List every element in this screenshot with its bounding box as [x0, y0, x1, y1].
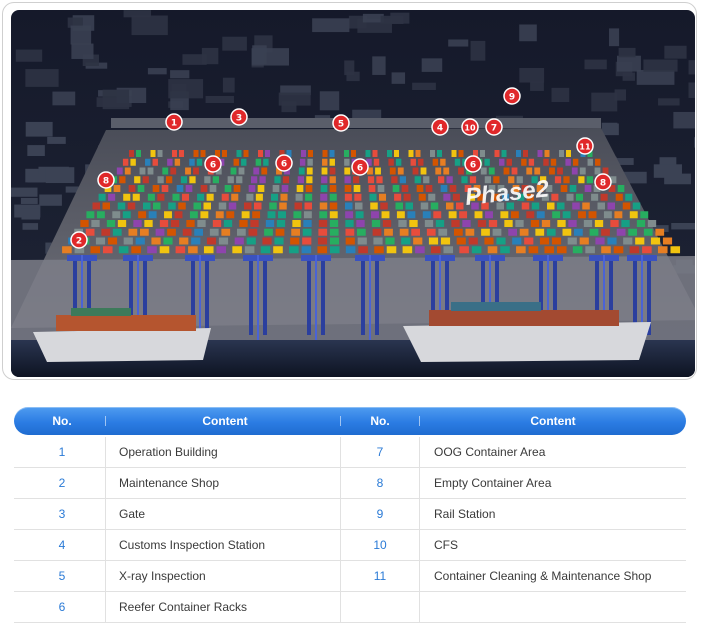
- item-number: 3: [58, 507, 66, 521]
- marker-number: 7: [491, 124, 497, 134]
- marker-number: 6: [281, 160, 287, 170]
- map-marker: 9: [503, 87, 521, 105]
- table-row: 5 X-ray Inspection 11 Container Cleaning & …: [14, 561, 686, 592]
- marker-number: 6: [470, 161, 476, 171]
- table-row: 4 Customs Inspection Station 10 CFS: [14, 530, 686, 561]
- column-divider: [105, 561, 106, 591]
- header-divider: [105, 416, 106, 426]
- item-number: 1: [58, 445, 66, 459]
- table-row: 1 Operation Building 7 OOG Container Area: [14, 437, 686, 468]
- marker-number: 5: [338, 120, 344, 130]
- map-marker: 6: [464, 155, 482, 173]
- map-marker: 6: [351, 158, 369, 176]
- marker-number: 1: [171, 119, 177, 129]
- column-divider: [419, 499, 420, 529]
- item-number: 2: [58, 476, 66, 490]
- item-number: 10: [373, 538, 387, 552]
- item-content: Rail Station: [434, 507, 496, 521]
- ship-right: [403, 302, 651, 362]
- header-no-left: No.: [52, 414, 72, 428]
- item-number: 7: [376, 445, 384, 459]
- item-content: OOG Container Area: [434, 445, 546, 459]
- map-marker: 10: [461, 118, 479, 136]
- item-number: 8: [376, 476, 384, 490]
- terminal-aerial-image: Phase2 1 2 3 4 5 6 6 6 6 7 8 8 9 10 11: [11, 10, 695, 377]
- column-divider: [419, 437, 420, 467]
- item-content: X-ray Inspection: [119, 569, 206, 583]
- marker-number: 11: [579, 143, 591, 152]
- marker-number: 10: [464, 124, 476, 133]
- header-content-left: Content: [202, 414, 248, 428]
- item-number: 9: [376, 507, 384, 521]
- marker-number: 9: [509, 93, 515, 103]
- item-content: Maintenance Shop: [119, 476, 220, 490]
- item-content: Customs Inspection Station: [119, 538, 266, 552]
- item-number: 11: [373, 569, 387, 583]
- header-content-right: Content: [530, 414, 576, 428]
- map-marker: 1: [165, 113, 183, 131]
- table-row: 2 Maintenance Shop 8 Empty Container Area: [14, 468, 686, 499]
- item-number: 5: [58, 569, 66, 583]
- column-divider: [105, 437, 106, 467]
- marker-number: 8: [600, 179, 606, 189]
- map-marker: 8: [97, 171, 115, 189]
- map-marker: 11: [576, 137, 594, 155]
- terminal-photo-frame: Phase2 1 2 3 4 5 6 6 6 6 7 8 8 9 10 11: [2, 2, 697, 380]
- map-marker: 4: [431, 118, 449, 136]
- item-content: Gate: [119, 507, 146, 521]
- column-divider: [105, 499, 106, 529]
- legend-table: No. Content No. Content 1 Operation Build…: [14, 407, 686, 623]
- item-number: 4: [58, 538, 66, 552]
- map-marker: 8: [594, 173, 612, 191]
- item-content: Container Cleaning & Maintenance Shop: [434, 569, 652, 583]
- table-row: 6 Reefer Container Racks: [14, 592, 686, 623]
- table-row: 3 Gate 9 Rail Station: [14, 499, 686, 530]
- item-content: Empty Container Area: [434, 476, 552, 490]
- marker-number: 4: [437, 124, 443, 134]
- table-body: 1 Operation Building 7 OOG Container Area 2 M…: [14, 437, 686, 623]
- map-marker: 7: [485, 118, 503, 136]
- marker-number: 6: [357, 164, 363, 174]
- ship-left: [33, 308, 211, 362]
- column-divider: [419, 561, 420, 591]
- marker-number: 3: [236, 114, 242, 124]
- map-marker: 6: [204, 155, 222, 173]
- column-divider: [419, 530, 420, 560]
- map-marker: 5: [332, 114, 350, 132]
- marker-number: 2: [76, 237, 82, 247]
- column-divider: [105, 468, 106, 498]
- marker-number: 8: [103, 177, 109, 187]
- column-divider: [105, 530, 106, 560]
- table-header: No. Content No. Content: [14, 407, 686, 435]
- marker-number: 6: [210, 161, 216, 171]
- item-content: CFS: [434, 538, 458, 552]
- header-no-right: No.: [370, 414, 390, 428]
- map-marker: 3: [230, 108, 248, 126]
- column-divider: [419, 468, 420, 498]
- map-marker: 6: [275, 154, 293, 172]
- item-content: Operation Building: [119, 445, 218, 459]
- map-marker: 2: [70, 231, 88, 249]
